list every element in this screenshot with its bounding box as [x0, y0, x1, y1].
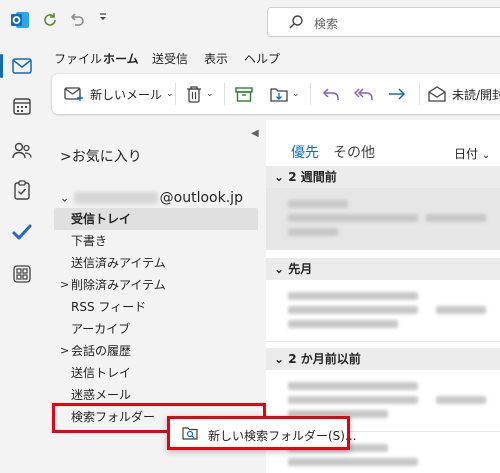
- message-item[interactable]: [266, 280, 500, 342]
- context-menu: 新しい検索フォルダー(S)...: [167, 416, 356, 450]
- undo-icon[interactable]: [68, 11, 86, 29]
- chevron-down-icon: ⌄: [206, 89, 214, 99]
- folder-label: RSS フィード: [71, 300, 147, 314]
- people-icon: [12, 142, 32, 159]
- chevron-down-icon: ⌄: [274, 262, 285, 276]
- refresh-icon[interactable]: [41, 11, 59, 29]
- chevron-down-icon: ⌄: [60, 191, 70, 205]
- delete-button[interactable]: ⌄: [186, 82, 214, 106]
- tab-home[interactable]: ホーム: [103, 50, 139, 72]
- search-box[interactable]: 検索: [267, 7, 500, 37]
- ribbon-toolbar: 新しいメール ⌄ ⌄ ⌄ 未読/開封: [52, 74, 500, 114]
- forward-button[interactable]: [388, 82, 406, 106]
- folder-item[interactable]: RSS フィード: [54, 296, 258, 318]
- group-header-label: 先月: [288, 262, 313, 276]
- move-folder-icon: [270, 88, 288, 102]
- folder-item[interactable]: 受信トレイ: [54, 208, 258, 230]
- app-navigation-rail: [0, 44, 44, 473]
- folder-item[interactable]: 送信済みアイテム: [54, 252, 258, 274]
- title-bar: 検索: [0, 0, 500, 44]
- tab-other[interactable]: その他: [333, 142, 375, 162]
- folder-item[interactable]: アーカイブ: [54, 318, 258, 340]
- ribbon-divider: [310, 83, 311, 105]
- ribbon-divider: [175, 83, 176, 105]
- sort-label: 日付: [454, 147, 479, 161]
- folder-label: 迷惑メール: [71, 388, 132, 402]
- tab-view[interactable]: 表示: [204, 50, 228, 67]
- favorites-label: お気に入り: [71, 149, 142, 165]
- reply-icon: [322, 88, 339, 100]
- mail-icon: [12, 58, 32, 74]
- reply-button[interactable]: [322, 82, 340, 106]
- tab-help[interactable]: ヘルプ: [244, 50, 280, 67]
- collapse-pane-icon[interactable]: ◀: [251, 128, 259, 139]
- group-header[interactable]: ⌄ 2 週間前: [266, 166, 500, 188]
- chevron-down-icon: ⌄: [481, 150, 491, 161]
- folder-label: 下書き: [71, 234, 108, 248]
- search-placeholder: 検索: [314, 17, 339, 31]
- ribbon-divider: [224, 83, 225, 105]
- folder-item[interactable]: > 会話の履歴: [54, 340, 258, 362]
- ribbon-divider: [419, 83, 420, 105]
- trash-icon: [187, 86, 201, 103]
- tab-focused[interactable]: 優先: [291, 142, 319, 168]
- chevron-right-icon[interactable]: >: [60, 274, 69, 296]
- group-header-label: 2 週間前: [288, 170, 337, 184]
- read-unread-button[interactable]: 未読/開封: [428, 82, 500, 106]
- todo-nav-button[interactable]: [6, 216, 38, 248]
- mail-nav-button[interactable]: [0, 50, 38, 82]
- chevron-down-icon: ⌄: [166, 89, 174, 99]
- quick-access-dropdown-icon[interactable]: [94, 11, 112, 29]
- account-header[interactable]: ⌄ @outlook.jp: [60, 190, 243, 206]
- group-header-label: 2 か月前以前: [288, 352, 361, 366]
- search-folder-icon: [182, 427, 198, 440]
- group-header[interactable]: ⌄ 2 か月前以前: [266, 348, 500, 370]
- folder-item[interactable]: > 削除済みアイテム: [54, 274, 258, 296]
- folder-label: 送信トレイ: [71, 366, 132, 380]
- search-icon: [289, 15, 303, 29]
- tab-file[interactable]: ファイル: [54, 50, 102, 67]
- tasks-nav-button[interactable]: [6, 174, 38, 206]
- chevron-right-icon[interactable]: >: [60, 340, 69, 362]
- folder-label: アーカイブ: [71, 322, 131, 336]
- new-search-folder-menu-item[interactable]: 新しい検索フォルダー(S)...: [208, 427, 356, 444]
- move-button[interactable]: ⌄: [270, 82, 300, 106]
- message-item[interactable]: [266, 188, 500, 250]
- folder-label: 送信済みアイテム: [71, 256, 166, 270]
- folder-label: 受信トレイ: [71, 212, 132, 226]
- checkmark-icon: [12, 224, 32, 240]
- clipboard-icon: [14, 180, 30, 200]
- new-mail-button[interactable]: 新しいメール ⌄: [64, 82, 174, 106]
- read-unread-label: 未読/開封: [452, 87, 500, 102]
- new-mail-label: 新しいメール: [90, 87, 163, 102]
- account-email: @outlook.jp: [159, 190, 243, 206]
- reply-all-icon: [354, 88, 373, 100]
- chevron-down-icon: ⌄: [292, 89, 300, 99]
- folder-label: 削除済みアイテム: [71, 278, 166, 292]
- tab-send-receive[interactable]: 送受信: [152, 50, 188, 67]
- people-nav-button[interactable]: [6, 134, 38, 166]
- apps-grid-icon: [13, 265, 31, 283]
- archive-icon: [235, 87, 253, 102]
- archive-button[interactable]: [235, 82, 253, 106]
- chevron-down-icon: ⌄: [274, 170, 285, 184]
- ribbon-tab-bar: ファイル ホーム 送受信 表示 ヘルプ: [44, 44, 500, 72]
- apps-nav-button[interactable]: [6, 258, 38, 290]
- sort-by-date-button[interactable]: 日付 ⌄: [454, 145, 490, 162]
- new-mail-icon: [64, 87, 83, 101]
- chevron-down-icon: ⌄: [274, 352, 285, 366]
- calendar-nav-button[interactable]: [6, 90, 38, 122]
- folder-label: 会話の履歴: [71, 344, 132, 358]
- group-header[interactable]: ⌄ 先月: [266, 258, 500, 280]
- ribbon-area: 新しいメール ⌄ ⌄ ⌄ 未読/開封: [44, 70, 500, 120]
- outlook-logo-icon: [11, 12, 29, 28]
- forward-icon: [389, 88, 406, 100]
- folder-item[interactable]: 送信トレイ: [54, 362, 258, 384]
- calendar-icon: [13, 98, 31, 115]
- open-envelope-icon: [428, 86, 446, 102]
- favorites-header[interactable]: >お気に入り: [60, 146, 142, 166]
- account-name-redacted: [73, 192, 158, 204]
- reply-all-button[interactable]: [354, 82, 374, 106]
- folder-item[interactable]: 下書き: [54, 230, 258, 252]
